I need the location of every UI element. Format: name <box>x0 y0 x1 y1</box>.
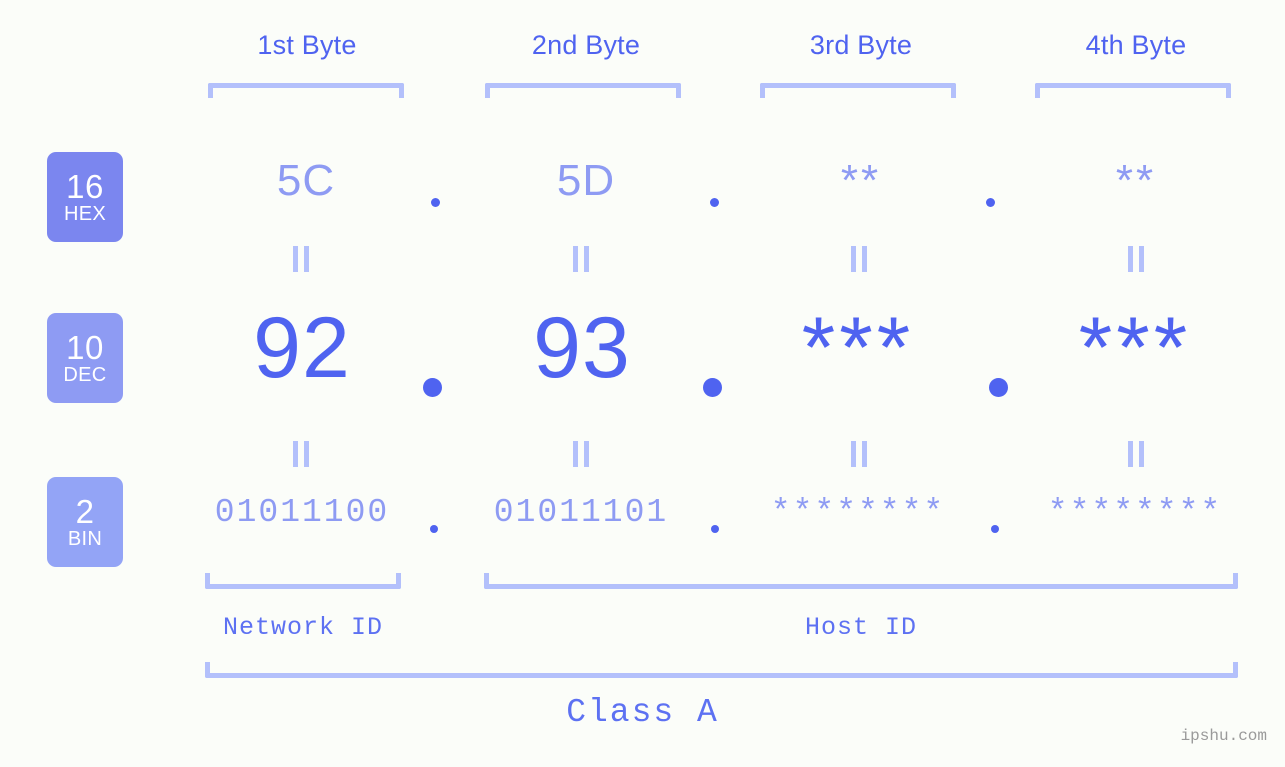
equals-connector-dec-bin-3 <box>848 441 870 467</box>
hex-octet-2: 5D <box>556 156 616 205</box>
dec-separator-dot-1 <box>423 378 442 397</box>
class-label: Class A <box>566 694 719 731</box>
hex-separator-dot-1 <box>431 198 440 207</box>
dec-octet-3: *** <box>801 300 915 396</box>
base-badge-hex-name: HEX <box>63 202 107 225</box>
network-id-label: Network ID <box>222 613 384 642</box>
base-badge-dec: 10 DEC <box>47 313 123 403</box>
bin-separator-dot-3 <box>991 525 999 533</box>
dec-octet-2: 93 <box>533 300 631 396</box>
base-badge-hex-number: 16 <box>66 167 104 205</box>
bin-octet-4: ******** <box>1047 494 1223 531</box>
equals-connector-hex-dec-1 <box>290 246 312 272</box>
byte-header-1: 1st Byte <box>257 30 357 60</box>
hex-octet-1: 5C <box>276 156 336 205</box>
equals-connector-dec-bin-4 <box>1125 441 1147 467</box>
site-watermark: ipshu.com <box>1180 727 1267 745</box>
base-badge-bin: 2 BIN <box>47 477 123 567</box>
dec-octet-4: *** <box>1078 300 1192 396</box>
base-badge-bin-number: 2 <box>75 492 95 530</box>
class-bracket <box>205 662 1238 678</box>
hex-octet-4: ** <box>1115 156 1157 205</box>
dec-octet-1: 92 <box>253 300 351 396</box>
byte-header-3: 3rd Byte <box>809 30 913 60</box>
bin-separator-dot-1 <box>430 525 438 533</box>
host-id-label: Host ID <box>804 613 918 642</box>
equals-connector-hex-dec-4 <box>1125 246 1147 272</box>
byte-header-2: 2nd Byte <box>531 30 641 60</box>
byte-bracket-2 <box>485 83 681 98</box>
base-badge-dec-name: DEC <box>63 363 107 386</box>
hex-octet-3: ** <box>840 156 882 205</box>
byte-bracket-1 <box>208 83 404 98</box>
bin-octet-2: 01011101 <box>493 494 669 531</box>
ip-address-breakdown-diagram: 1st Byte 2nd Byte 3rd Byte 4th Byte 16 H… <box>0 0 1285 767</box>
byte-bracket-3 <box>760 83 956 98</box>
byte-bracket-4 <box>1035 83 1231 98</box>
hex-separator-dot-3 <box>986 198 995 207</box>
bin-separator-dot-2 <box>711 525 719 533</box>
dec-separator-dot-2 <box>703 378 722 397</box>
equals-connector-dec-bin-2 <box>570 441 592 467</box>
byte-header-4: 4th Byte <box>1085 30 1187 60</box>
bin-octet-1: 01011100 <box>214 494 390 531</box>
hex-separator-dot-2 <box>710 198 719 207</box>
dec-separator-dot-3 <box>989 378 1008 397</box>
host-id-bracket <box>484 573 1238 589</box>
base-badge-bin-name: BIN <box>67 527 103 550</box>
base-badge-hex: 16 HEX <box>47 152 123 242</box>
network-id-bracket <box>205 573 401 589</box>
bin-octet-3: ******** <box>770 494 946 531</box>
base-badge-dec-number: 10 <box>66 328 104 366</box>
equals-connector-hex-dec-2 <box>570 246 592 272</box>
equals-connector-hex-dec-3 <box>848 246 870 272</box>
equals-connector-dec-bin-1 <box>290 441 312 467</box>
